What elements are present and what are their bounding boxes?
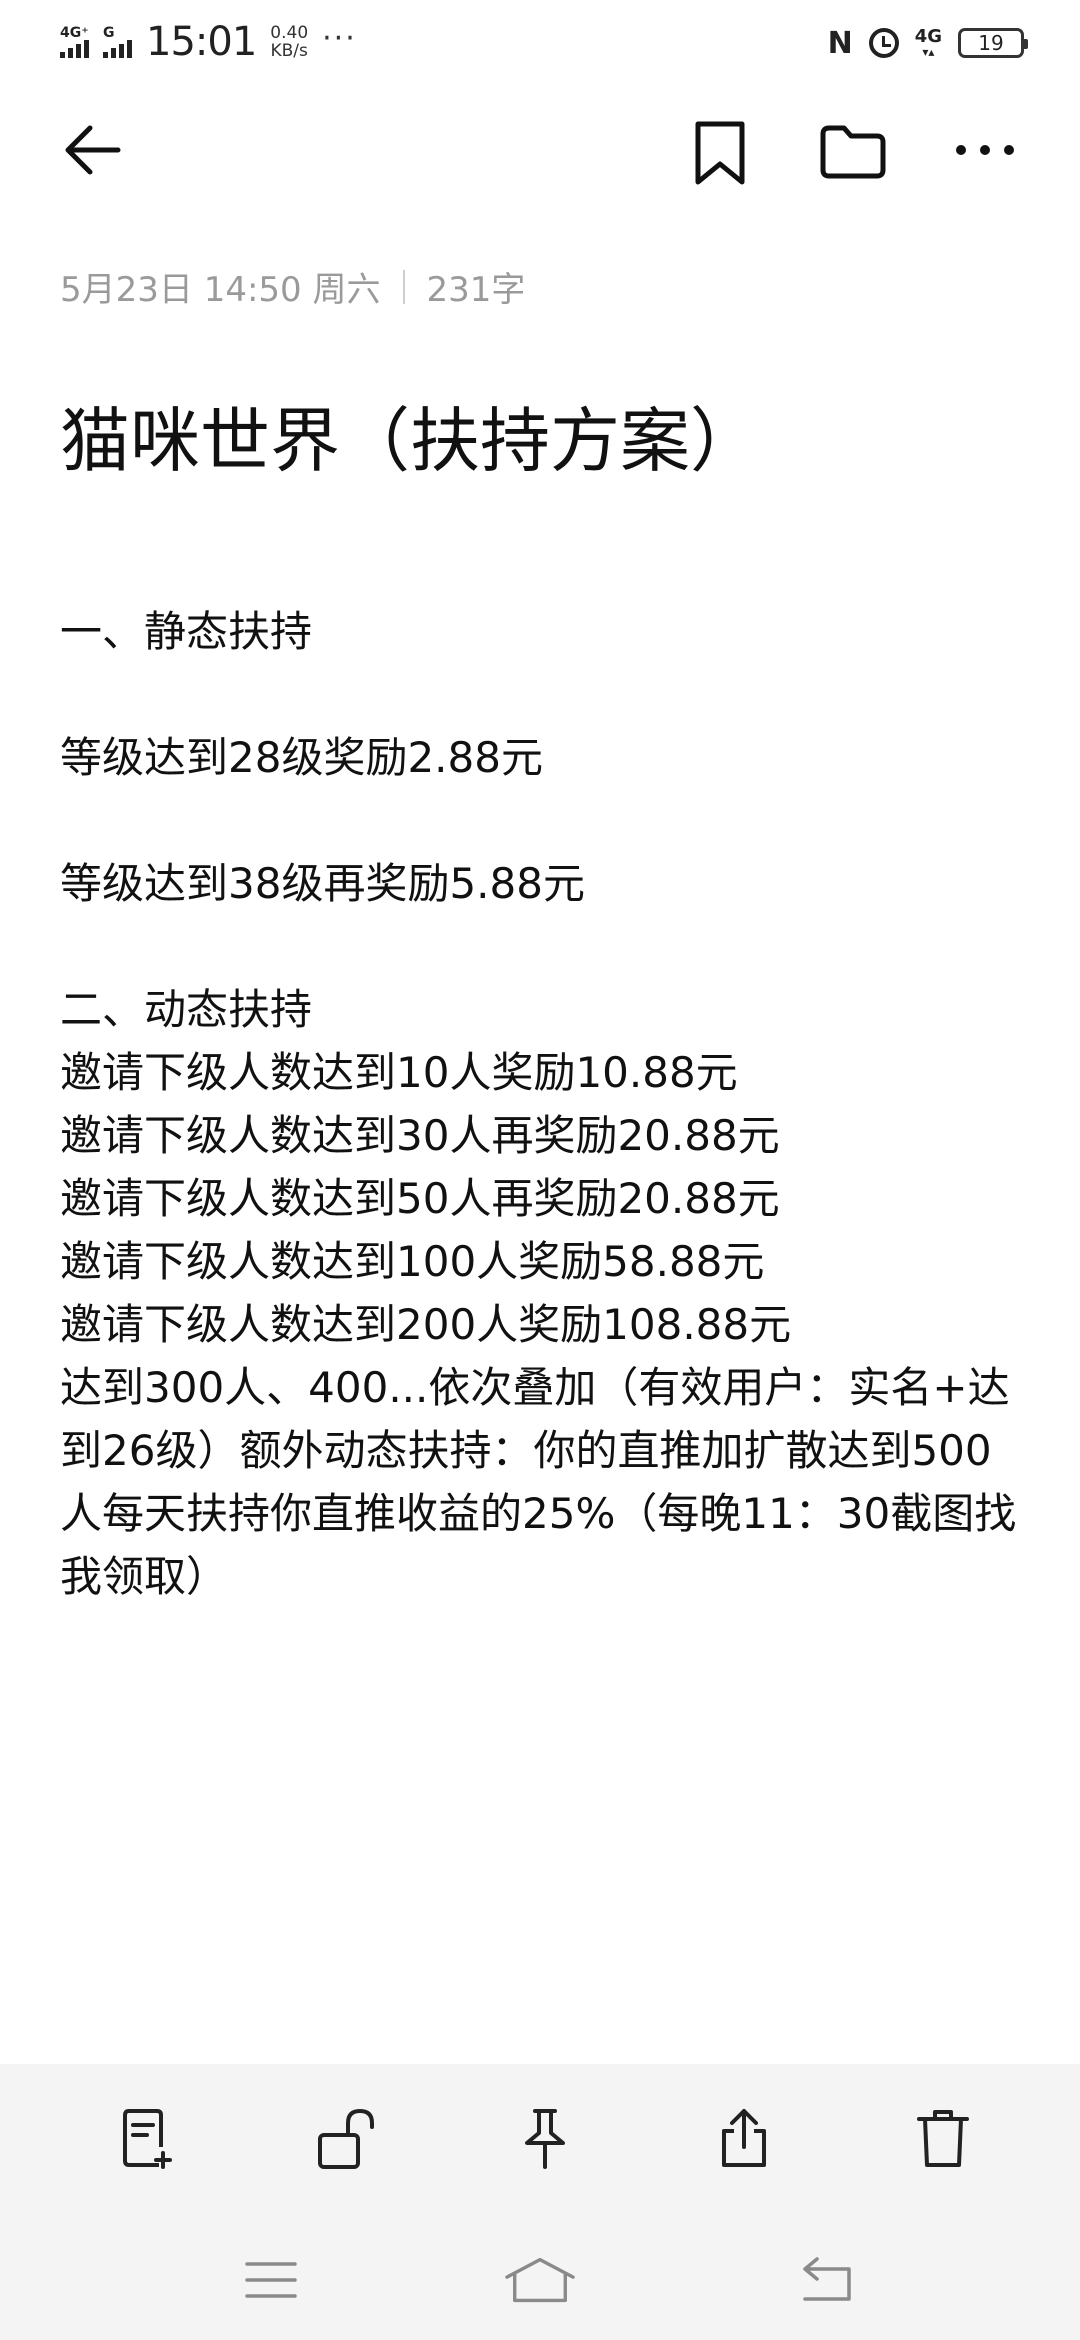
arrow-left-icon: [65, 125, 121, 175]
note-line: 邀请下级人数达到10人奖励10.88元: [60, 1048, 738, 1097]
note-line: 邀请下级人数达到100人奖励58.88元: [60, 1237, 765, 1286]
folder-button[interactable]: [818, 122, 888, 182]
note-line: 等级达到28级奖励2.88元: [60, 733, 543, 782]
pin-icon: [525, 2109, 565, 2169]
bottom-toolbar: [0, 2064, 1080, 2212]
section-heading: 一、静态扶持: [60, 607, 313, 656]
share-icon: [722, 2109, 766, 2167]
note-line: 邀请下级人数达到30人再奖励20.88元: [60, 1111, 780, 1160]
speed-unit: KB/s: [270, 41, 308, 61]
network-type-2: G: [103, 25, 115, 41]
return-icon: [803, 2257, 851, 2301]
meta-divider: [402, 269, 405, 304]
delete-button[interactable]: [908, 2104, 978, 2174]
note-line: 邀请下级人数达到200人奖励108.88元: [60, 1300, 792, 1349]
bookmark-button[interactable]: [690, 118, 750, 188]
status-right: N 4G ▾▴ 19: [827, 18, 1028, 68]
lock-button[interactable]: [311, 2104, 381, 2174]
speed-value: 0.40: [270, 23, 309, 43]
share-button[interactable]: [709, 2104, 779, 2174]
status-bar: 4G⁺ G 15:01 0.40 KB/s ··· N 4G ▾▴ 19: [0, 0, 1080, 84]
signal-bars-icon: [103, 40, 132, 58]
back-button[interactable]: [60, 118, 124, 182]
unlock-icon: [318, 2108, 374, 2169]
folder-icon: [820, 125, 886, 179]
section-heading: 二、动态扶持: [60, 985, 313, 1034]
menu-nav-button[interactable]: [236, 2250, 306, 2310]
note-line: 邀请下级人数达到50人再奖励20.88元: [60, 1174, 780, 1223]
navigation-bar: [0, 2212, 1080, 2340]
menu-icon: [245, 2262, 297, 2298]
alarm-icon: [868, 28, 899, 58]
network-speed: 0.40 KB/s: [270, 24, 308, 60]
more-horizontal-icon: [956, 145, 1014, 155]
home-nav-button[interactable]: [505, 2250, 575, 2310]
status-more-icon: ···: [322, 20, 357, 56]
nfc-icon: N: [827, 25, 853, 61]
battery-level: 19: [978, 31, 1004, 55]
network-type-right: 4G: [914, 26, 942, 47]
mobile-data-icon: 4G ▾▴: [914, 26, 942, 59]
note-line: 等级达到38级再奖励5.88元: [60, 859, 585, 908]
pin-button[interactable]: [510, 2104, 580, 2174]
note-meta: 5月23日 14:50 周六 231字: [60, 262, 525, 311]
note-paragraph: 达到300人、400...依次叠加（有效用户：实名+达到26级）额外动态扶持：你…: [60, 1363, 1017, 1601]
back-nav-button[interactable]: [790, 2250, 860, 2310]
word-count: 231字: [426, 270, 526, 310]
bookmark-icon: [695, 121, 745, 185]
status-left: 4G⁺ G 15:01 0.40 KB/s ···: [60, 14, 357, 70]
note-body[interactable]: 一、静态扶持 等级达到28级奖励2.88元 等级达到38级再奖励5.88元 二、…: [60, 600, 1030, 1608]
more-options-button[interactable]: [952, 120, 1018, 180]
home-icon: [505, 2257, 575, 2303]
battery-icon: 19: [958, 28, 1028, 58]
trash-icon: [917, 2110, 969, 2167]
status-time: 15:01: [146, 19, 257, 65]
note-date: 5月23日 14:50 周六: [60, 270, 381, 310]
signal-bars-icon: [60, 40, 89, 58]
network-type-1: 4G⁺: [60, 25, 89, 41]
new-note-icon: [123, 2109, 172, 2169]
signal-2: G: [103, 26, 132, 58]
note-title[interactable]: 猫咪世界（扶持方案）: [60, 385, 760, 486]
data-arrows-icon: ▾▴: [922, 45, 935, 59]
new-note-button[interactable]: [112, 2104, 182, 2174]
signal-1: 4G⁺: [60, 26, 89, 58]
